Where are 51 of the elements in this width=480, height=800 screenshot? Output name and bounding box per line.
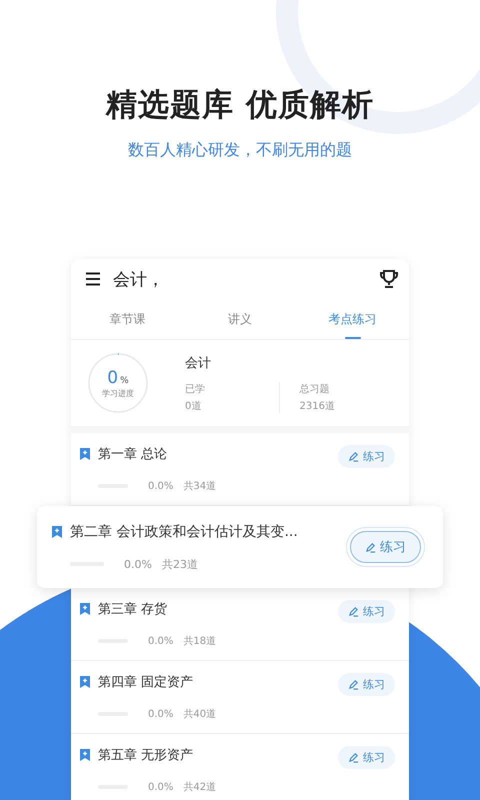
progress-percent: 0.0% [148,708,174,720]
pen-icon [348,606,359,617]
question-count: 共18道 [183,634,216,648]
learned-value: 0道 [185,400,202,412]
chapter-row[interactable]: 第五章 无形资产 0.0% 共42道 练习 [71,734,409,800]
app-title: 会计， [113,268,165,290]
tab[interactable]: 讲义 [184,299,296,339]
chapter-title: 第二章 会计政策和会计估计及其变... [70,522,298,540]
chapter-row[interactable]: 第四章 固定资产 0.0% 共40道 练习 [71,661,409,734]
question-count: 共23道 [162,556,198,572]
percent-unit: % [120,376,129,386]
highlighted-chapter-card[interactable]: 第二章 会计政策和会计估计及其变... 0.0% 共23道 练习 [37,506,443,588]
bookmark-icon [79,675,91,689]
subject-title: 会计 [185,354,212,372]
practice-button[interactable]: 练习 [338,445,395,468]
bookmark-icon [51,524,63,538]
progress-percent: 0.0% [124,558,152,570]
practice-button[interactable]: 练习 [338,600,395,623]
bookmark-icon [79,447,91,461]
progress-percent: 0.0% [148,480,174,492]
question-count: 共34道 [183,480,216,493]
bookmark-icon [79,602,91,616]
progress-percent: 0.0% [148,636,174,646]
bookmark-icon [79,748,91,762]
pen-icon [348,451,359,462]
chapter-title: 第三章 存货 [98,601,168,618]
subtitle: 数百人精心研发，不刷无用的题 [128,140,352,161]
practice-button[interactable]: 练习 [338,746,395,769]
pen-icon [348,679,359,690]
question-count: 共40道 [183,708,216,721]
progress-percent: 0.0% [148,782,174,792]
pen-icon [365,542,376,552]
headline: 精选题库 优质解析 [106,86,374,125]
progress-value: 0 [107,368,118,388]
chapter-title: 第四章 固定资产 [98,674,194,691]
menu-icon[interactable] [85,272,101,286]
total-value: 2316道 [300,400,336,412]
practice-button[interactable]: 练习 [338,673,395,696]
question-count: 共42道 [183,780,216,794]
chapter-title: 第一章 总论 [98,446,168,463]
tab[interactable]: 章节课 [71,299,184,339]
chapter-title: 第五章 无形资产 [98,747,194,764]
practice-button[interactable]: 练习 [350,531,421,563]
progress-label: 学习进度 [102,388,134,398]
trophy-icon[interactable] [379,269,399,289]
chapter-row[interactable]: 第三章 存货 0.0% 共18道 练习 [71,588,409,661]
total-label: 总习题 [300,382,330,396]
tab[interactable]: 考点练习 [296,299,410,339]
chapter-row[interactable]: 第一章 总论 0.0% 共34道 练习 [71,433,409,506]
learned-label: 已学 [185,382,206,396]
pen-icon [348,752,359,763]
